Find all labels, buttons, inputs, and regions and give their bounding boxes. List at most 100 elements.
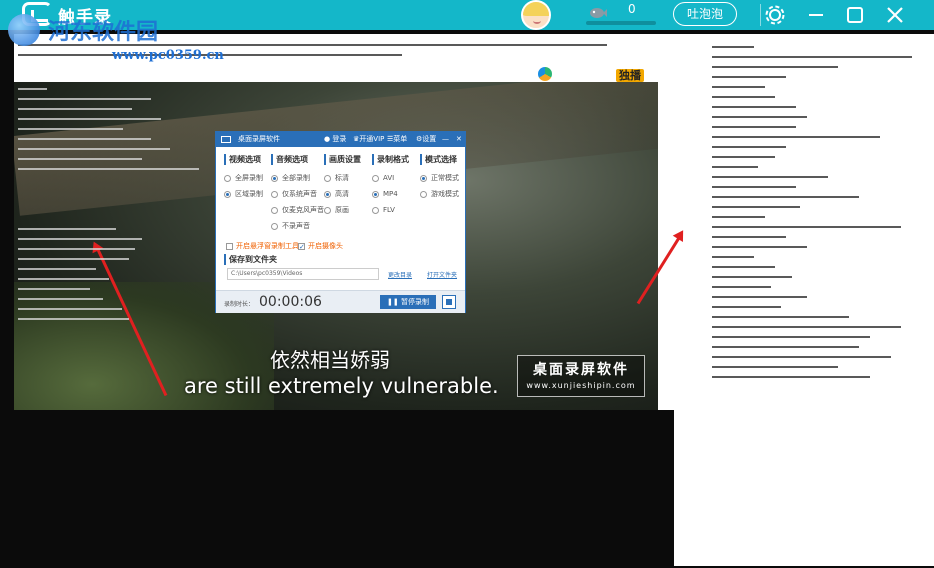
pause-recording-button[interactable]: ❚❚ 暂停录制 bbox=[380, 295, 436, 309]
radio-icon bbox=[324, 206, 331, 214]
change-dir-link[interactable]: 更改目录 bbox=[388, 270, 412, 279]
radio-icon bbox=[372, 206, 379, 214]
radio-checked-icon bbox=[271, 174, 278, 182]
login-label: 登录 bbox=[332, 135, 347, 143]
title-divider bbox=[760, 4, 761, 26]
video-option-region[interactable]: 区域录制 bbox=[224, 186, 263, 202]
minimize-icon[interactable] bbox=[803, 2, 829, 28]
brand-watermark: 桌面录屏软件 www.xunjieshipin.com bbox=[517, 355, 645, 397]
option-label: 仅麦克风声音 bbox=[282, 206, 324, 214]
tencent-video-logo: 腾讯视频 独播 bbox=[538, 64, 644, 84]
format-group: 录制格式 AVI MP4 FLV bbox=[372, 154, 409, 218]
camera-checkbox[interactable]: 开启摄像头 bbox=[298, 238, 343, 254]
mode-option-game[interactable]: 游戏模式 bbox=[420, 186, 459, 202]
vip-link[interactable]: ♛开通VIP bbox=[353, 132, 384, 147]
audio-options-group: 音频选项 全部录制 仅系统声音 仅麦克风声音 不录声音 bbox=[271, 154, 324, 234]
audio-options-header: 音频选项 bbox=[271, 154, 324, 165]
recording-timer: 00:00:06 bbox=[259, 294, 322, 310]
chat-button[interactable]: 吐泡泡 bbox=[673, 2, 737, 26]
platform-badge: 独播 bbox=[616, 69, 644, 82]
radio-icon bbox=[271, 222, 278, 230]
checkbox-checked-icon bbox=[298, 241, 305, 253]
watermark-site-name: 河东软件园 bbox=[48, 20, 159, 45]
radio-icon bbox=[420, 190, 427, 198]
audio-option-mic[interactable]: 仅麦克风声音 bbox=[271, 202, 324, 218]
subtitle-english: are still extremely vulnerable. bbox=[184, 374, 499, 398]
mode-header: 模式选择 bbox=[420, 154, 459, 165]
pause-label: 暂停录制 bbox=[400, 298, 429, 306]
corner-watermark: 触手 bbox=[826, 512, 904, 544]
monitor-icon bbox=[221, 136, 231, 143]
option-label: 全屏录制 bbox=[235, 174, 263, 182]
coin-count: 0 bbox=[628, 2, 636, 16]
close-icon[interactable] bbox=[882, 2, 908, 28]
recorder-dialog: 桌面录屏软件 ● 登录 ♛开通VIP ☰菜单 ⚙设置 — ✕ 视频选项 全屏录制… bbox=[215, 131, 466, 313]
corner-logo-icon bbox=[826, 517, 856, 541]
platform-logo-text: 腾讯视频 bbox=[556, 67, 612, 83]
quality-option-hd[interactable]: 高清 bbox=[324, 186, 361, 202]
dialog-close-icon[interactable]: ✕ bbox=[456, 132, 462, 147]
corner-logo-text: 触手 bbox=[860, 518, 905, 543]
video-options-header: 视频选项 bbox=[224, 154, 263, 165]
watermark-logo-icon bbox=[8, 14, 40, 46]
mode-option-normal[interactable]: 正常模式 bbox=[420, 170, 459, 186]
login-link[interactable]: ● 登录 bbox=[324, 132, 346, 147]
quality-option-sd[interactable]: 标清 bbox=[324, 170, 361, 186]
settings-label: 设置 bbox=[422, 135, 437, 143]
audio-option-all[interactable]: 全部录制 bbox=[271, 170, 324, 186]
checkbox-label: 开启摄像头 bbox=[308, 242, 343, 250]
option-label: 原画 bbox=[335, 206, 349, 214]
option-label: 仅系统声音 bbox=[282, 190, 317, 198]
quality-option-original[interactable]: 原画 bbox=[324, 202, 361, 218]
checkbox-icon bbox=[226, 242, 233, 250]
watermark-url: www.pc0359.cn bbox=[112, 48, 224, 63]
avatar[interactable] bbox=[521, 0, 551, 30]
option-label: MP4 bbox=[383, 190, 398, 198]
radio-icon bbox=[372, 174, 379, 182]
float-toolbar-checkbox[interactable]: 开启悬浮窗录制工具 bbox=[226, 238, 299, 254]
dialog-minimize-icon[interactable]: — bbox=[442, 132, 449, 147]
tencent-play-icon bbox=[538, 67, 552, 81]
radio-checked-icon bbox=[224, 190, 231, 198]
format-option-avi[interactable]: AVI bbox=[372, 170, 409, 186]
brand-name: 桌面录屏软件 bbox=[533, 362, 629, 378]
subtitle-chinese: 依然相当娇弱 bbox=[270, 348, 390, 372]
video-option-fullscreen[interactable]: 全屏录制 bbox=[224, 170, 263, 186]
dialog-header: 桌面录屏软件 ● 登录 ♛开通VIP ☰菜单 ⚙设置 — ✕ bbox=[216, 132, 465, 147]
radio-checked-icon bbox=[324, 190, 331, 198]
open-folder-link[interactable]: 打开文件夹 bbox=[427, 270, 457, 279]
mode-group: 模式选择 正常模式 游戏模式 bbox=[420, 154, 459, 202]
option-label: 标清 bbox=[335, 174, 349, 182]
radio-icon bbox=[324, 174, 331, 182]
gear-icon[interactable] bbox=[762, 2, 788, 28]
video-options-group: 视频选项 全屏录制 区域录制 bbox=[224, 154, 263, 202]
fish-icon bbox=[590, 8, 607, 18]
option-label: 高清 bbox=[335, 190, 349, 198]
radio-checked-icon bbox=[372, 190, 379, 198]
checkbox-label: 开启悬浮窗录制工具 bbox=[236, 242, 299, 250]
audio-option-system[interactable]: 仅系统声音 bbox=[271, 186, 324, 202]
option-label: 区域录制 bbox=[235, 190, 263, 198]
quality-header: 画质设置 bbox=[324, 154, 361, 165]
timer-label: 录制时长： bbox=[224, 301, 255, 308]
web-page-right bbox=[674, 34, 934, 566]
option-label: FLV bbox=[383, 206, 395, 214]
audio-option-none[interactable]: 不录声音 bbox=[271, 218, 324, 234]
menu-link[interactable]: ☰菜单 bbox=[387, 132, 407, 147]
format-option-mp4[interactable]: MP4 bbox=[372, 186, 409, 202]
format-header: 录制格式 bbox=[372, 154, 409, 165]
format-option-flv[interactable]: FLV bbox=[372, 202, 409, 218]
maximize-icon[interactable] bbox=[842, 2, 868, 28]
settings-link[interactable]: ⚙设置 bbox=[416, 132, 436, 147]
vip-label: 开通VIP bbox=[359, 135, 385, 143]
save-path-field[interactable]: C:\Users\pc0359\Videos bbox=[227, 268, 379, 280]
save-folder-header: 保存到文件夹 bbox=[224, 254, 277, 265]
stop-recording-button[interactable] bbox=[442, 295, 456, 309]
option-label: 全部录制 bbox=[282, 174, 310, 182]
option-label: 不录声音 bbox=[282, 222, 310, 230]
brand-url: www.xunjieshipin.com bbox=[526, 381, 636, 390]
dialog-footer: 录制时长： 00:00:06 ❚❚ 暂停录制 bbox=[216, 290, 465, 313]
radio-icon bbox=[224, 174, 231, 182]
option-label: 正常模式 bbox=[431, 174, 459, 182]
option-label: 游戏模式 bbox=[431, 190, 459, 198]
